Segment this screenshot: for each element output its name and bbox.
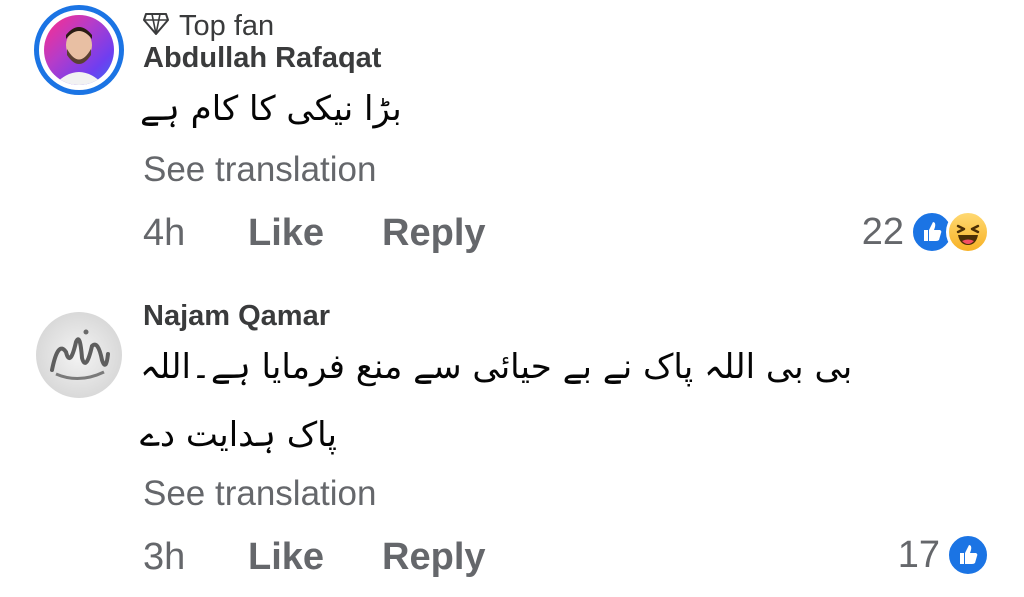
comment-text-line-2: پاک ہدایت دے [140,415,337,455]
like-button[interactable]: Like [248,536,324,579]
see-translation-link[interactable]: See translation [143,474,376,514]
avatar[interactable] [36,312,122,398]
reaction-count: 17 [897,533,940,576]
comment-najam: Najam Qamar بی بی اللہ پاک نے بے حیائی س… [0,0,1024,597]
comment-time[interactable]: 3h [143,536,248,579]
reply-button[interactable]: Reply [382,536,485,579]
reaction-summary[interactable]: 17 [898,533,990,577]
comment-actions: 3h Like Reply [143,536,486,579]
like-icon [946,533,990,577]
commenter-name[interactable]: Najam Qamar [143,300,330,333]
comment-text-line-1: بی بی اللہ پاک نے بے حیائی سے منع فرمایا… [140,347,853,387]
